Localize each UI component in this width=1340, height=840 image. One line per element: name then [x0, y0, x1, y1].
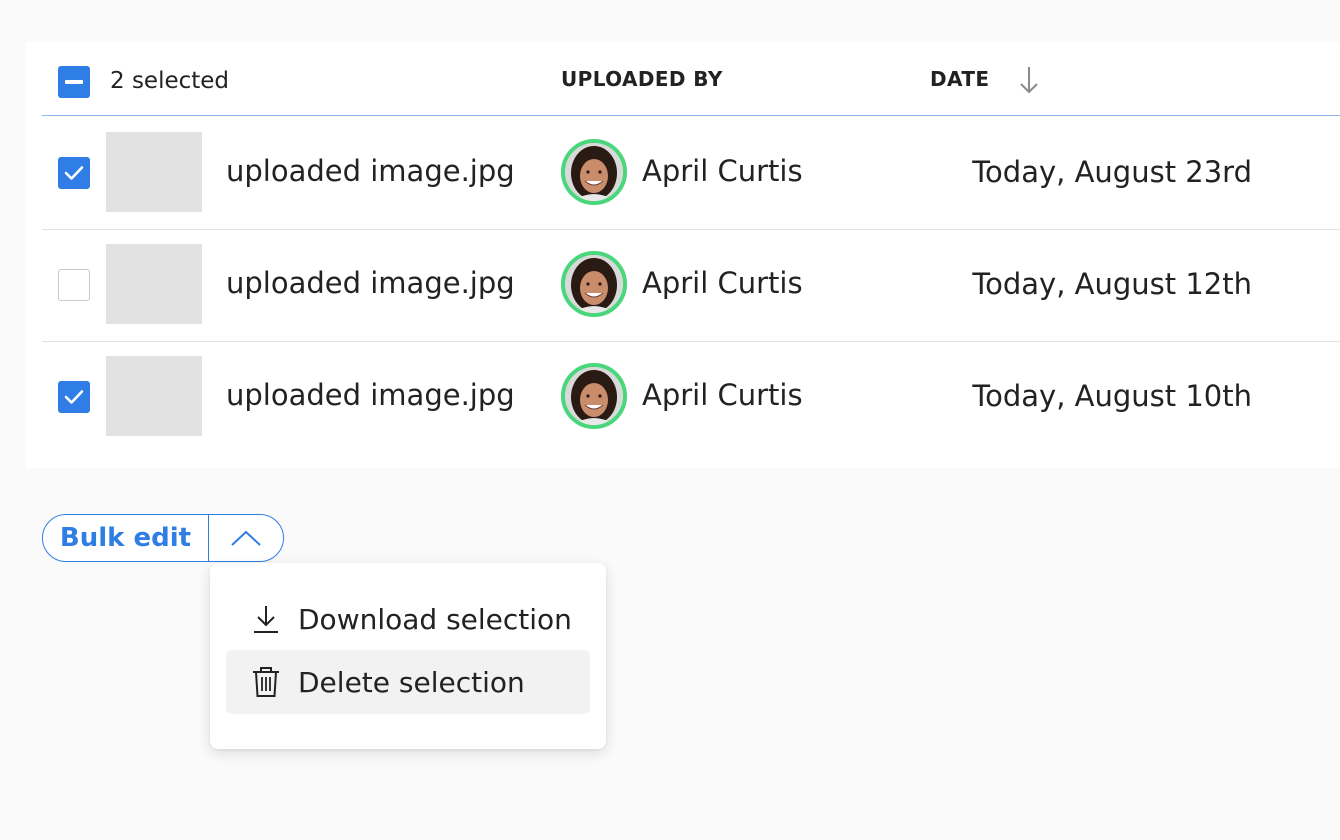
chevron-up-icon	[231, 530, 261, 546]
file-name: uploaded image.jpg	[226, 378, 515, 412]
bulk-edit-button[interactable]: Bulk edit	[43, 515, 209, 561]
bulk-edit-menu: Download selection Delete selection	[210, 563, 606, 749]
uploader-name: April Curtis	[642, 266, 803, 300]
upload-date: Today, August 12th	[972, 267, 1252, 301]
checkmark-icon	[64, 166, 84, 180]
file-thumbnail	[106, 356, 202, 436]
table-header: 2 selected UPLOADED BY DATE	[42, 42, 1340, 116]
file-name: uploaded image.jpg	[226, 154, 515, 188]
bulk-edit-toggle-button[interactable]	[209, 515, 283, 561]
trash-icon	[246, 662, 286, 702]
file-name: uploaded image.jpg	[226, 266, 515, 300]
selected-count: 2 selected	[110, 68, 230, 94]
file-thumbnail	[106, 132, 202, 212]
files-table: 2 selected UPLOADED BY DATE uploaded ima…	[26, 42, 1340, 468]
page: 2 selected UPLOADED BY DATE uploaded ima…	[0, 0, 1340, 840]
indeterminate-mark	[65, 80, 83, 84]
column-header-date[interactable]: DATE	[930, 67, 989, 91]
menu-item-delete-selection[interactable]: Delete selection	[226, 650, 590, 714]
select-all-checkbox[interactable]	[58, 66, 90, 98]
upload-date: Today, August 23rd	[972, 155, 1252, 189]
menu-item-label: Download selection	[298, 602, 572, 636]
download-icon	[246, 599, 286, 639]
avatar	[561, 251, 627, 317]
row-checkbox[interactable]	[58, 381, 90, 413]
column-header-uploaded-by[interactable]: UPLOADED BY	[561, 67, 723, 91]
row-checkbox[interactable]	[58, 157, 90, 189]
avatar	[561, 139, 627, 205]
menu-item-label: Delete selection	[298, 665, 525, 699]
table-row[interactable]: uploaded image.jpg April Curtis Today, A…	[42, 118, 1340, 230]
uploader-name: April Curtis	[642, 378, 803, 412]
uploader-name: April Curtis	[642, 154, 803, 188]
menu-item-download-selection[interactable]: Download selection	[226, 587, 590, 651]
row-checkbox[interactable]	[58, 269, 90, 301]
bulk-edit-split-button: Bulk edit	[42, 514, 284, 562]
file-thumbnail	[106, 244, 202, 324]
arrow-down-icon[interactable]	[1018, 64, 1040, 96]
checkmark-icon	[64, 390, 84, 404]
table-row[interactable]: uploaded image.jpg April Curtis Today, A…	[42, 342, 1340, 454]
table-row[interactable]: uploaded image.jpg April Curtis Today, A…	[42, 230, 1340, 342]
upload-date: Today, August 10th	[972, 379, 1252, 413]
avatar	[561, 363, 627, 429]
